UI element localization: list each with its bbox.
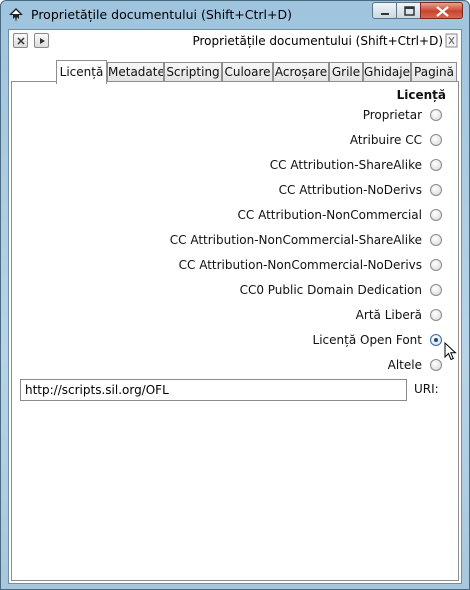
option-label: CC Attribution-NonCommercial-ShareAlike [169, 233, 422, 247]
radio-button[interactable] [430, 309, 442, 321]
tab-license[interactable]: Licență [56, 60, 107, 84]
license-option-free-art[interactable]: Artă Liberă [356, 306, 442, 324]
dock-iconify-button[interactable] [34, 33, 49, 48]
option-label: Altele [387, 358, 422, 372]
maximize-icon [404, 6, 415, 16]
tab-bar: Licență Metadate Scripting Culoare Acroș… [9, 60, 461, 84]
option-label: CC Attribution-NoDerivs [278, 183, 422, 197]
radio-button[interactable] [430, 209, 442, 221]
license-panel: Licență Proprietar Atribuire CC CC Attri… [11, 81, 459, 581]
option-label: CC0 Public Domain Dedication [239, 283, 422, 297]
radio-button[interactable] [430, 359, 442, 371]
radio-button-selected[interactable] [430, 334, 442, 346]
radio-button[interactable] [430, 284, 442, 296]
option-label: CC Attribution-NonCommercial [237, 208, 422, 222]
close-icon [17, 37, 25, 45]
option-label: Proprietar [362, 108, 422, 122]
radio-button[interactable] [430, 159, 442, 171]
tab-grids[interactable]: Grile [329, 62, 363, 82]
iconify-icon [40, 38, 45, 44]
close-button[interactable] [420, 2, 463, 19]
option-label: CC Attribution-NonCommercial-NoDerivs [178, 258, 422, 272]
license-option-cc-by[interactable]: Atribuire CC [350, 131, 442, 149]
inkscape-icon [9, 8, 23, 22]
license-option-other[interactable]: Altele [388, 356, 442, 374]
dock-bar: Proprietățile documentului (Shift+Ctrl+D… [9, 30, 461, 52]
radio-button[interactable] [430, 259, 442, 271]
radio-button[interactable] [430, 234, 442, 246]
dialog-client: Proprietățile documentului (Shift+Ctrl+D… [8, 29, 462, 584]
uri-input[interactable] [20, 379, 407, 401]
uri-label: URI: [414, 382, 439, 396]
minimize-icon [381, 13, 389, 15]
option-label: Licență Open Font [312, 333, 422, 347]
radio-button[interactable] [430, 109, 442, 121]
tab-color[interactable]: Culoare [222, 62, 273, 82]
window-title: Proprietățile documentului (Shift+Ctrl+D… [31, 7, 292, 22]
license-option-open-font[interactable]: Licență Open Font [313, 331, 442, 349]
option-label: CC Attribution-ShareAlike [269, 158, 422, 172]
license-option-cc-by-nc[interactable]: CC Attribution-NonCommercial [238, 206, 442, 224]
title-bar[interactable]: Proprietățile documentului (Shift+Ctrl+D… [1, 1, 469, 29]
maximize-button[interactable] [396, 2, 421, 19]
tab-snapping[interactable]: Acroșare [273, 62, 329, 82]
drag-handle-icon[interactable] [445, 32, 459, 49]
section-title: Licență [396, 88, 446, 102]
license-option-cc-by-nc-nd[interactable]: CC Attribution-NonCommercial-NoDerivs [179, 256, 442, 274]
license-option-cc-by-sa[interactable]: CC Attribution-ShareAlike [270, 156, 442, 174]
mouse-pointer-icon [444, 342, 457, 361]
dock-title: Proprietățile documentului (Shift+Ctrl+D… [192, 34, 443, 48]
option-label: Artă Liberă [355, 308, 422, 322]
license-option-proprietary[interactable]: Proprietar [363, 106, 442, 124]
radio-button[interactable] [430, 184, 442, 196]
tab-metadata[interactable]: Metadate [107, 62, 164, 82]
license-option-cc-by-nc-sa[interactable]: CC Attribution-NonCommercial-ShareAlike [170, 231, 442, 249]
window: Proprietățile documentului (Shift+Ctrl+D… [0, 0, 470, 590]
minimize-button[interactable] [372, 2, 397, 19]
option-label: Atribuire CC [349, 133, 422, 147]
tab-page[interactable]: Pagină [411, 62, 457, 82]
radio-button[interactable] [430, 134, 442, 146]
license-option-cc0[interactable]: CC0 Public Domain Dedication [240, 281, 442, 299]
close-icon [436, 6, 449, 17]
tab-scripting[interactable]: Scripting [164, 62, 222, 82]
dock-close-button[interactable] [13, 33, 28, 48]
license-option-cc-by-nd[interactable]: CC Attribution-NoDerivs [279, 181, 442, 199]
tab-guides[interactable]: Ghidaje [363, 62, 411, 82]
